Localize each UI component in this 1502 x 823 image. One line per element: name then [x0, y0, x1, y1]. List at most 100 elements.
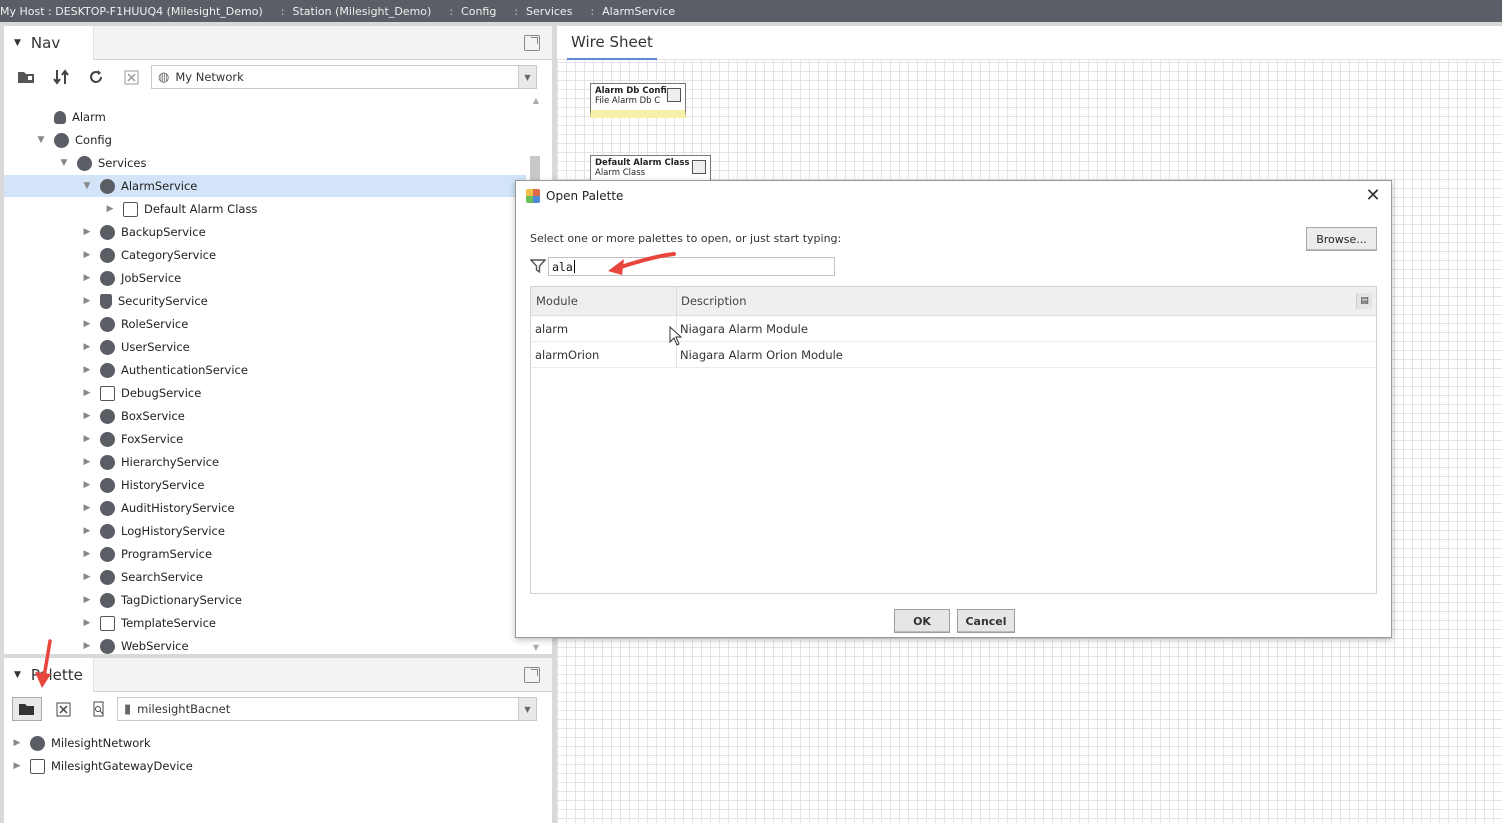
collapse-caret-icon[interactable]: ▼ [14, 670, 21, 680]
tree-item-templateservice[interactable]: ▶ TemplateService [4, 612, 526, 634]
ok-button[interactable]: OK [894, 609, 950, 633]
breadcrumb-alarmservice[interactable]: AlarmService [602, 5, 675, 18]
expand-icon[interactable]: ▶ [80, 480, 94, 490]
expand-icon[interactable]: ▶ [80, 526, 94, 536]
tree-item-alarmservice[interactable]: ▼ AlarmService [4, 175, 526, 197]
tree-item-services[interactable]: ▼ Services [4, 152, 526, 174]
tree-item-hierarchyservice[interactable]: ▶ HierarchyService [4, 451, 526, 473]
expand-icon[interactable]: ▶ [80, 388, 94, 398]
tree-item-tagdictionaryservice[interactable]: ▶ TagDictionaryService [4, 589, 526, 611]
breadcrumb-host[interactable]: My Host : DESKTOP-F1HUUQ4 (Milesight_Dem… [0, 5, 263, 18]
expand-icon[interactable]: ▶ [80, 365, 94, 375]
tree-item-alarm[interactable]: Alarm [4, 106, 526, 128]
palette-filter-input[interactable]: ala [548, 257, 835, 276]
cancel-button[interactable]: Cancel [957, 609, 1015, 633]
table-row[interactable]: alarm Niagara Alarm Module [531, 316, 1376, 342]
tree-item-historyservice[interactable]: ▶ HistoryService [4, 474, 526, 496]
expand-icon[interactable]: ▶ [80, 273, 94, 283]
palette-item-milesight-gateway-device[interactable]: ▶ MilesightGatewayDevice [4, 755, 526, 777]
tree-item-boxservice[interactable]: ▶ BoxService [4, 405, 526, 427]
expand-icon[interactable]: ▶ [80, 227, 94, 237]
expand-icon[interactable]: ▶ [80, 250, 94, 260]
refresh-button[interactable] [82, 65, 110, 89]
palette-panel: ▼ Palette ▮ milesightBacnet ▼ ▶ Milesigh… [4, 658, 552, 823]
expand-icon[interactable]: ▶ [80, 572, 94, 582]
column-header-module[interactable]: Module [536, 294, 578, 308]
column-chooser-icon[interactable]: ▤ [1356, 293, 1372, 309]
tree-item-searchservice[interactable]: ▶ SearchService [4, 566, 526, 588]
wire-node-alarm-db-config[interactable]: Alarm Db Config File Alarm Db C [590, 83, 686, 118]
expand-icon[interactable]: ▶ [80, 434, 94, 444]
expand-icon[interactable]: ▶ [80, 342, 94, 352]
collapse-caret-icon[interactable]: ▼ [14, 38, 21, 48]
tree-item-foxservice[interactable]: ▶ FoxService [4, 428, 526, 450]
nav-root-select[interactable]: ◍ My Network ▼ [151, 65, 537, 89]
column-header-description[interactable]: Description [681, 294, 747, 308]
breadcrumb-separator: : [514, 4, 519, 18]
tree-item-config[interactable]: ▼ Config [4, 129, 526, 151]
expand-icon[interactable]: ▶ [80, 503, 94, 513]
tree-item-loghistoryservice[interactable]: ▶ LogHistoryService [4, 520, 526, 542]
breadcrumb-station[interactable]: Station (Milesight_Demo) [293, 5, 432, 18]
expand-icon[interactable]: ▶ [103, 204, 117, 214]
search-document-icon [93, 701, 103, 717]
column-divider[interactable] [676, 287, 677, 315]
expand-icon[interactable]: ▶ [80, 296, 94, 306]
expand-icon[interactable]: ▶ [80, 411, 94, 421]
close-button[interactable] [117, 65, 145, 89]
expand-icon[interactable]: ▶ [80, 457, 94, 467]
dropdown-arrow-icon[interactable]: ▼ [518, 698, 536, 720]
breadcrumb-config[interactable]: Config [461, 5, 496, 18]
find-palette-button[interactable] [84, 697, 112, 721]
service-icon [100, 546, 115, 562]
tree-item-programservice[interactable]: ▶ ProgramService [4, 543, 526, 565]
tree-item-securityservice[interactable]: ▶ SecurityService [4, 290, 526, 312]
palette-item-milesight-network[interactable]: ▶ MilesightNetwork [4, 732, 526, 754]
tree-item-webservice[interactable]: ▶ WebService [4, 635, 526, 654]
collapse-icon[interactable]: ▼ [57, 158, 71, 168]
expand-icon[interactable]: ▶ [80, 595, 94, 605]
scroll-up-icon[interactable]: ▲ [533, 96, 539, 105]
palette-tab[interactable]: ▼ Palette [4, 658, 94, 692]
expand-icon[interactable]: ▶ [10, 761, 24, 771]
tree-item-default-alarm-class[interactable]: ▶ Default Alarm Class [4, 198, 526, 220]
open-folder-button[interactable] [12, 65, 40, 89]
open-palette-button[interactable] [12, 697, 42, 721]
nav-tab[interactable]: ▼ Nav [4, 26, 94, 60]
dropdown-arrow-icon[interactable]: ▼ [518, 66, 536, 88]
scroll-down-icon[interactable]: ▼ [533, 643, 539, 652]
tree-item-jobservice[interactable]: ▶ JobService [4, 267, 526, 289]
tree-item-roleservice[interactable]: ▶ RoleService [4, 313, 526, 335]
tree-item-authenticationservice[interactable]: ▶ AuthenticationService [4, 359, 526, 381]
breadcrumb-separator: : [449, 4, 454, 18]
breadcrumb-bar: My Host : DESKTOP-F1HUUQ4 (Milesight_Dem… [0, 0, 1502, 22]
tree-item-label: HistoryService [121, 478, 205, 492]
breadcrumb-services[interactable]: Services [526, 5, 572, 18]
tree-item-categoryservice[interactable]: ▶ CategoryService [4, 244, 526, 266]
template-icon [100, 615, 115, 631]
collapse-icon[interactable]: ▼ [80, 181, 94, 191]
dialog-title-bar: Open Palette [516, 181, 1391, 211]
browse-button[interactable]: Browse... [1306, 227, 1377, 251]
alarm-class-icon [692, 160, 706, 174]
expand-icon[interactable]: ▶ [10, 738, 24, 748]
palette-module-select[interactable]: ▮ milesightBacnet ▼ [117, 697, 537, 721]
expand-icon[interactable]: ▶ [80, 549, 94, 559]
tree-item-debugservice[interactable]: ▶ DebugService [4, 382, 526, 404]
tree-item-userservice[interactable]: ▶ UserService [4, 336, 526, 358]
table-row[interactable]: alarmOrion Niagara Alarm Orion Module [531, 342, 1376, 368]
maximize-icon[interactable] [524, 667, 540, 683]
collapse-icon[interactable]: ▼ [34, 135, 48, 145]
close-icon[interactable]: ✕ [1363, 186, 1383, 206]
wire-node-default-alarm-class[interactable]: Default Alarm Class Alarm Class [590, 155, 711, 181]
expand-icon[interactable]: ▶ [80, 618, 94, 628]
sync-tree-button[interactable] [47, 65, 75, 89]
expand-icon[interactable]: ▶ [80, 319, 94, 329]
tree-item-backupservice[interactable]: ▶ BackupService [4, 221, 526, 243]
maximize-icon[interactable] [524, 35, 540, 51]
expand-icon[interactable]: ▶ [80, 641, 94, 651]
tree-item-audithistoryservice[interactable]: ▶ AuditHistoryService [4, 497, 526, 519]
tab-wire-sheet[interactable]: Wire Sheet [567, 26, 657, 60]
tree-item-label: Config [75, 133, 112, 147]
close-palette-button[interactable] [49, 697, 77, 721]
